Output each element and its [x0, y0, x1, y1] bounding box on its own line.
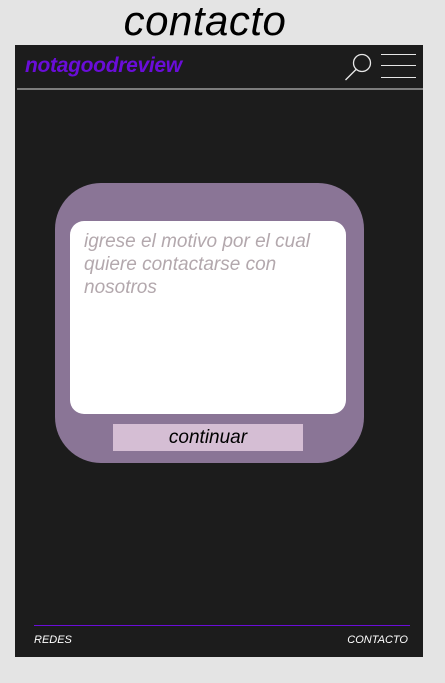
- continue-button[interactable]: continuar: [113, 424, 303, 451]
- footer-link-redes[interactable]: REDES: [34, 634, 72, 647]
- menu-bar-line: [381, 65, 416, 66]
- brand-logo[interactable]: notagoodreview: [25, 54, 182, 78]
- header-divider: [17, 88, 423, 90]
- footer-link-contacto[interactable]: CONTACTO: [347, 634, 408, 647]
- hamburger-menu-icon[interactable]: [381, 53, 417, 81]
- app-screen: notagoodreview continuar REDES CONTACTO: [15, 45, 423, 657]
- top-nav-bar: notagoodreview: [15, 45, 423, 88]
- message-textarea[interactable]: [70, 221, 346, 414]
- search-icon[interactable]: [343, 52, 375, 82]
- footer-divider: [34, 625, 410, 626]
- page-title: contacto: [123, 0, 287, 44]
- contact-form-card: continuar: [55, 183, 364, 463]
- menu-bar-line: [381, 54, 416, 55]
- menu-bar-line: [381, 77, 416, 78]
